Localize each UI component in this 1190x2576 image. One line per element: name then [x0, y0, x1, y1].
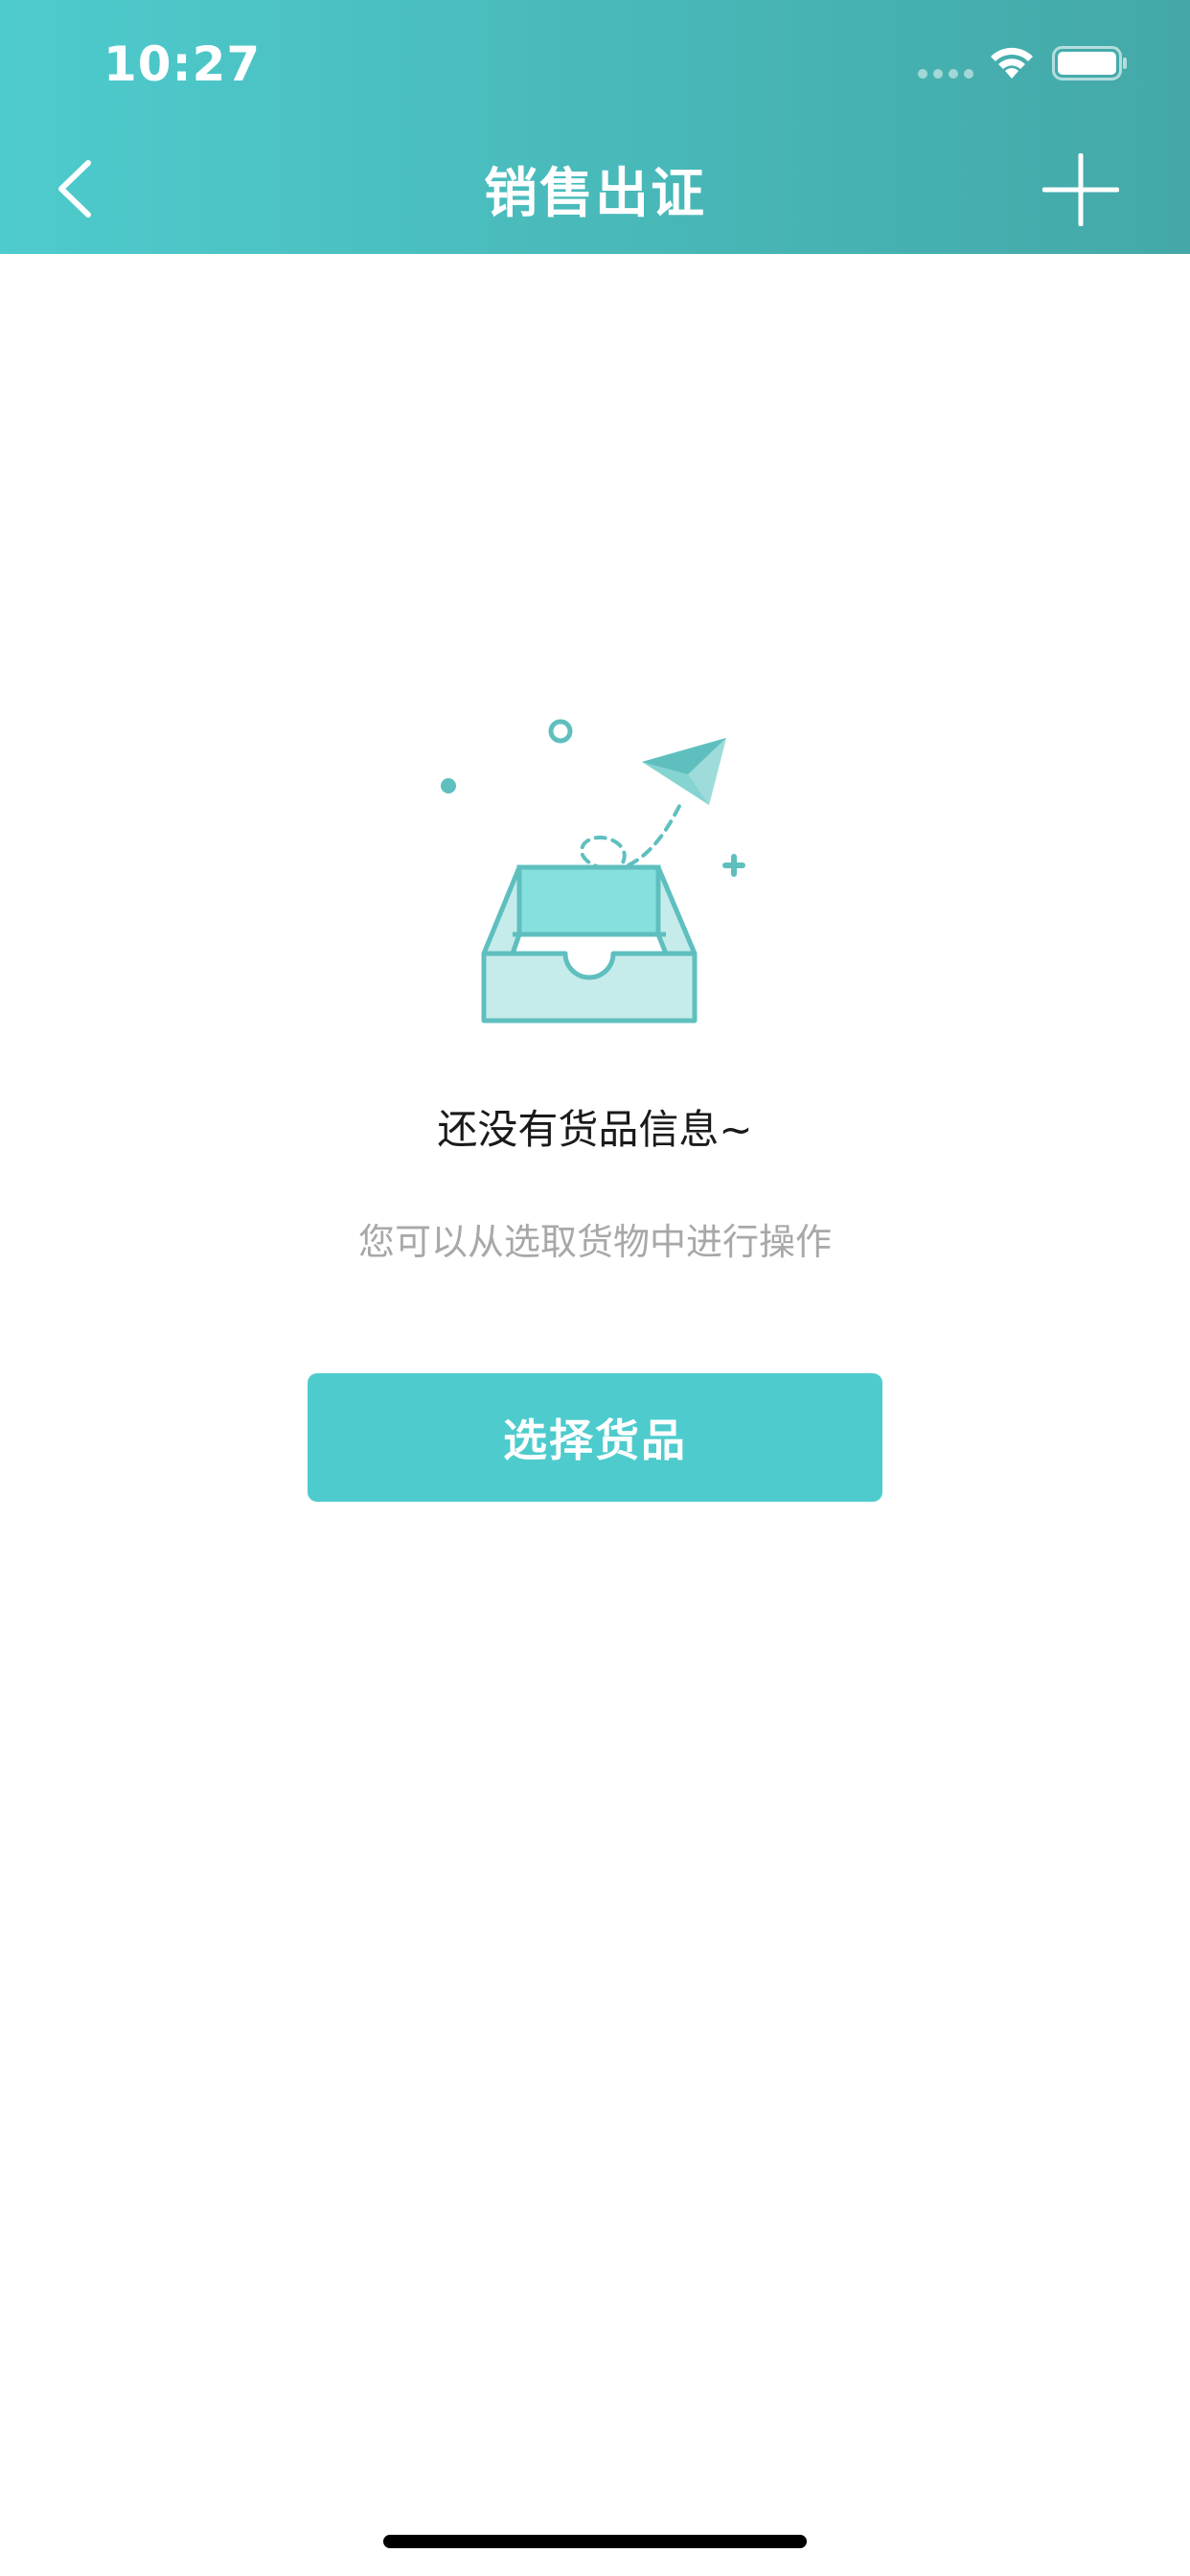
status-time: 10:27 — [103, 36, 262, 92]
home-indicator[interactable] — [383, 2535, 807, 2548]
wifi-icon — [991, 47, 1033, 79]
header-bar: 10:27 销售出证 — [0, 0, 1190, 254]
empty-inbox-illustration-icon — [441, 719, 745, 1024]
select-goods-button[interactable]: 选择货品 — [308, 1373, 882, 1502]
add-button[interactable] — [1042, 153, 1119, 226]
empty-state-subtitle: 您可以从选取货物中进行操作 — [357, 1221, 832, 1263]
cellular-signal-icon — [918, 69, 973, 79]
page-title: 销售出证 — [484, 163, 706, 225]
battery-icon — [1052, 46, 1127, 80]
app-screen: 10:27 销售出证 还没有货品信息~ 您可以从选取货物中进行操作 选择货品 — [0, 0, 1190, 2576]
empty-state-title: 还没有货品信息~ — [437, 1106, 753, 1153]
